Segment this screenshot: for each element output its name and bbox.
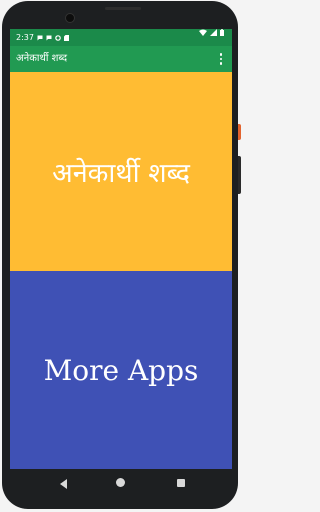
settings-icon <box>55 34 61 41</box>
recents-icon[interactable] <box>177 479 185 487</box>
power-key <box>238 124 241 140</box>
wifi-icon <box>199 29 207 36</box>
chat-icon <box>46 35 52 40</box>
app-bar: अनेकार्थी शब्द <box>10 46 232 72</box>
overflow-menu-icon[interactable] <box>216 50 226 68</box>
speaker-grille <box>105 7 141 10</box>
battery-icon <box>220 29 224 36</box>
main-category-tile[interactable]: अनेकार्थी शब्द <box>10 72 232 271</box>
chat-icon <box>37 35 43 40</box>
back-icon[interactable] <box>60 479 67 489</box>
home-icon[interactable] <box>116 478 125 487</box>
status-bar: 2:37 <box>10 29 232 46</box>
signal-icon <box>210 29 217 36</box>
more-apps-label: More Apps <box>43 353 199 387</box>
status-time: 2:37 <box>16 33 34 42</box>
navigation-bar <box>10 469 232 499</box>
main-category-label: अनेकार्थी शब्द <box>52 158 190 189</box>
app-title: अनेकार्थी शब्द <box>16 53 68 64</box>
more-apps-tile[interactable]: More Apps <box>10 271 232 469</box>
sd-card-icon <box>63 34 69 41</box>
app-screen: 2:37 अनेकार्थी शब्द अनेकार्थी शब्द More … <box>10 29 232 469</box>
front-camera <box>65 13 75 23</box>
volume-key <box>238 156 241 194</box>
